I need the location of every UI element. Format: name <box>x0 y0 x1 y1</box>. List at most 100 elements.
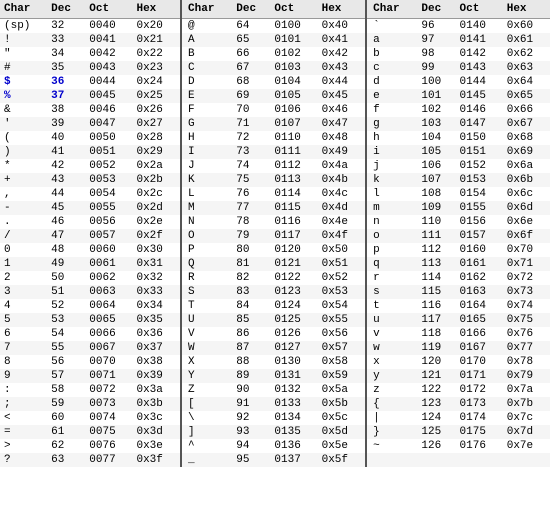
cell-18-0-0: 2 <box>0 271 47 285</box>
cell-5-1-2: 0105 <box>270 89 317 103</box>
cell-5-0-2: 0045 <box>85 89 132 103</box>
cell-25-2-1: 121 <box>417 369 455 383</box>
cell-19-1-0: S <box>181 285 232 299</box>
cell-27-2-0: { <box>366 397 417 411</box>
cell-19-2-2: 0163 <box>456 285 503 299</box>
cell-11-0-1: 43 <box>47 173 85 187</box>
cell-10-0-2: 0052 <box>85 159 132 173</box>
cell-21-1-3: 0x55 <box>318 313 367 327</box>
table-row: )4100510x29I7301110x49i10501510x69 <box>0 145 550 159</box>
cell-21-2-3: 0x75 <box>503 313 550 327</box>
cell-17-2-3: 0x71 <box>503 257 550 271</box>
cell-6-2-1: 102 <box>417 103 455 117</box>
cell-21-2-0: u <box>366 313 417 327</box>
cell-25-1-0: Y <box>181 369 232 383</box>
table-row: 14900610x31Q8101210x51q11301610x71 <box>0 257 550 271</box>
cell-16-0-0: 0 <box>0 243 47 257</box>
cell-25-0-2: 0071 <box>85 369 132 383</box>
cell-12-2-3: 0x6c <box>503 187 550 201</box>
cell-1-2-2: 0141 <box>456 33 503 47</box>
cell-29-2-0: } <box>366 425 417 439</box>
cell-17-2-0: q <box>366 257 417 271</box>
cell-28-1-2: 0134 <box>270 411 317 425</box>
cell-9-2-0: i <box>366 145 417 159</box>
header-char-1: Char <box>181 0 232 19</box>
cell-13-1-1: 77 <box>232 201 270 215</box>
cell-25-2-2: 0171 <box>456 369 503 383</box>
cell-11-1-3: 0x4b <box>318 173 367 187</box>
cell-3-2-3: 0x63 <box>503 61 550 75</box>
cell-3-1-3: 0x43 <box>318 61 367 75</box>
cell-12-2-0: l <box>366 187 417 201</box>
cell-24-2-1: 120 <box>417 355 455 369</box>
cell-20-2-0: t <box>366 299 417 313</box>
cell-28-1-0: \ <box>181 411 232 425</box>
table-row: !3300410x21A6501010x41a9701410x61 <box>0 33 550 47</box>
cell-20-0-2: 0064 <box>85 299 132 313</box>
cell-13-1-2: 0115 <box>270 201 317 215</box>
cell-19-2-3: 0x73 <box>503 285 550 299</box>
cell-31-2-0 <box>366 453 417 467</box>
cell-22-0-0: 6 <box>0 327 47 341</box>
cell-21-1-0: U <box>181 313 232 327</box>
cell-2-1-2: 0102 <box>270 47 317 61</box>
cell-30-0-2: 0076 <box>85 439 132 453</box>
cell-24-0-1: 56 <box>47 355 85 369</box>
cell-26-0-2: 0072 <box>85 383 132 397</box>
cell-29-0-1: 61 <box>47 425 85 439</box>
cell-25-0-3: 0x39 <box>132 369 181 383</box>
cell-26-1-0: Z <box>181 383 232 397</box>
cell-1-0-0: ! <box>0 33 47 47</box>
cell-3-2-2: 0143 <box>456 61 503 75</box>
cell-8-2-3: 0x68 <box>503 131 550 145</box>
cell-20-0-3: 0x34 <box>132 299 181 313</box>
header-oct-0: Oct <box>85 0 132 19</box>
cell-28-2-3: 0x7c <box>503 411 550 425</box>
cell-1-1-2: 0101 <box>270 33 317 47</box>
cell-13-0-2: 0055 <box>85 201 132 215</box>
cell-20-2-3: 0x74 <box>503 299 550 313</box>
cell-12-1-3: 0x4c <box>318 187 367 201</box>
cell-16-2-0: p <box>366 243 417 257</box>
cell-24-1-0: X <box>181 355 232 369</box>
cell-28-0-1: 60 <box>47 411 85 425</box>
cell-24-1-1: 88 <box>232 355 270 369</box>
cell-4-1-2: 0104 <box>270 75 317 89</box>
table-row: ,4400540x2cL7601140x4cl10801540x6c <box>0 187 550 201</box>
cell-3-0-3: 0x23 <box>132 61 181 75</box>
cell-6-0-3: 0x26 <box>132 103 181 117</box>
table-row: 04800600x30P8001200x50p11201600x70 <box>0 243 550 257</box>
cell-17-1-1: 81 <box>232 257 270 271</box>
cell-1-1-0: A <box>181 33 232 47</box>
cell-11-1-2: 0113 <box>270 173 317 187</box>
cell-23-1-3: 0x57 <box>318 341 367 355</box>
cell-15-1-3: 0x4f <box>318 229 367 243</box>
cell-16-2-3: 0x70 <box>503 243 550 257</box>
header-hex-0: Hex <box>132 0 181 19</box>
cell-29-0-2: 0075 <box>85 425 132 439</box>
cell-2-2-2: 0142 <box>456 47 503 61</box>
cell-14-1-2: 0116 <box>270 215 317 229</box>
cell-26-0-3: 0x3a <box>132 383 181 397</box>
cell-19-1-1: 83 <box>232 285 270 299</box>
cell-8-2-2: 0150 <box>456 131 503 145</box>
cell-25-0-1: 57 <box>47 369 85 383</box>
cell-17-1-3: 0x51 <box>318 257 367 271</box>
cell-27-1-2: 0133 <box>270 397 317 411</box>
cell-21-2-1: 117 <box>417 313 455 327</box>
cell-25-2-3: 0x79 <box>503 369 550 383</box>
header-hex-1: Hex <box>318 0 367 19</box>
cell-22-2-0: v <box>366 327 417 341</box>
table-row: 55300650x35U8501250x55u11701650x75 <box>0 313 550 327</box>
cell-15-0-2: 0057 <box>85 229 132 243</box>
cell-9-1-2: 0111 <box>270 145 317 159</box>
cell-6-1-1: 70 <box>232 103 270 117</box>
cell-30-0-0: > <box>0 439 47 453</box>
cell-19-1-3: 0x53 <box>318 285 367 299</box>
cell-17-0-1: 49 <box>47 257 85 271</box>
cell-24-2-2: 0170 <box>456 355 503 369</box>
cell-2-1-3: 0x42 <box>318 47 367 61</box>
cell-27-0-1: 59 <box>47 397 85 411</box>
cell-22-0-2: 0066 <box>85 327 132 341</box>
cell-26-0-0: : <box>0 383 47 397</box>
